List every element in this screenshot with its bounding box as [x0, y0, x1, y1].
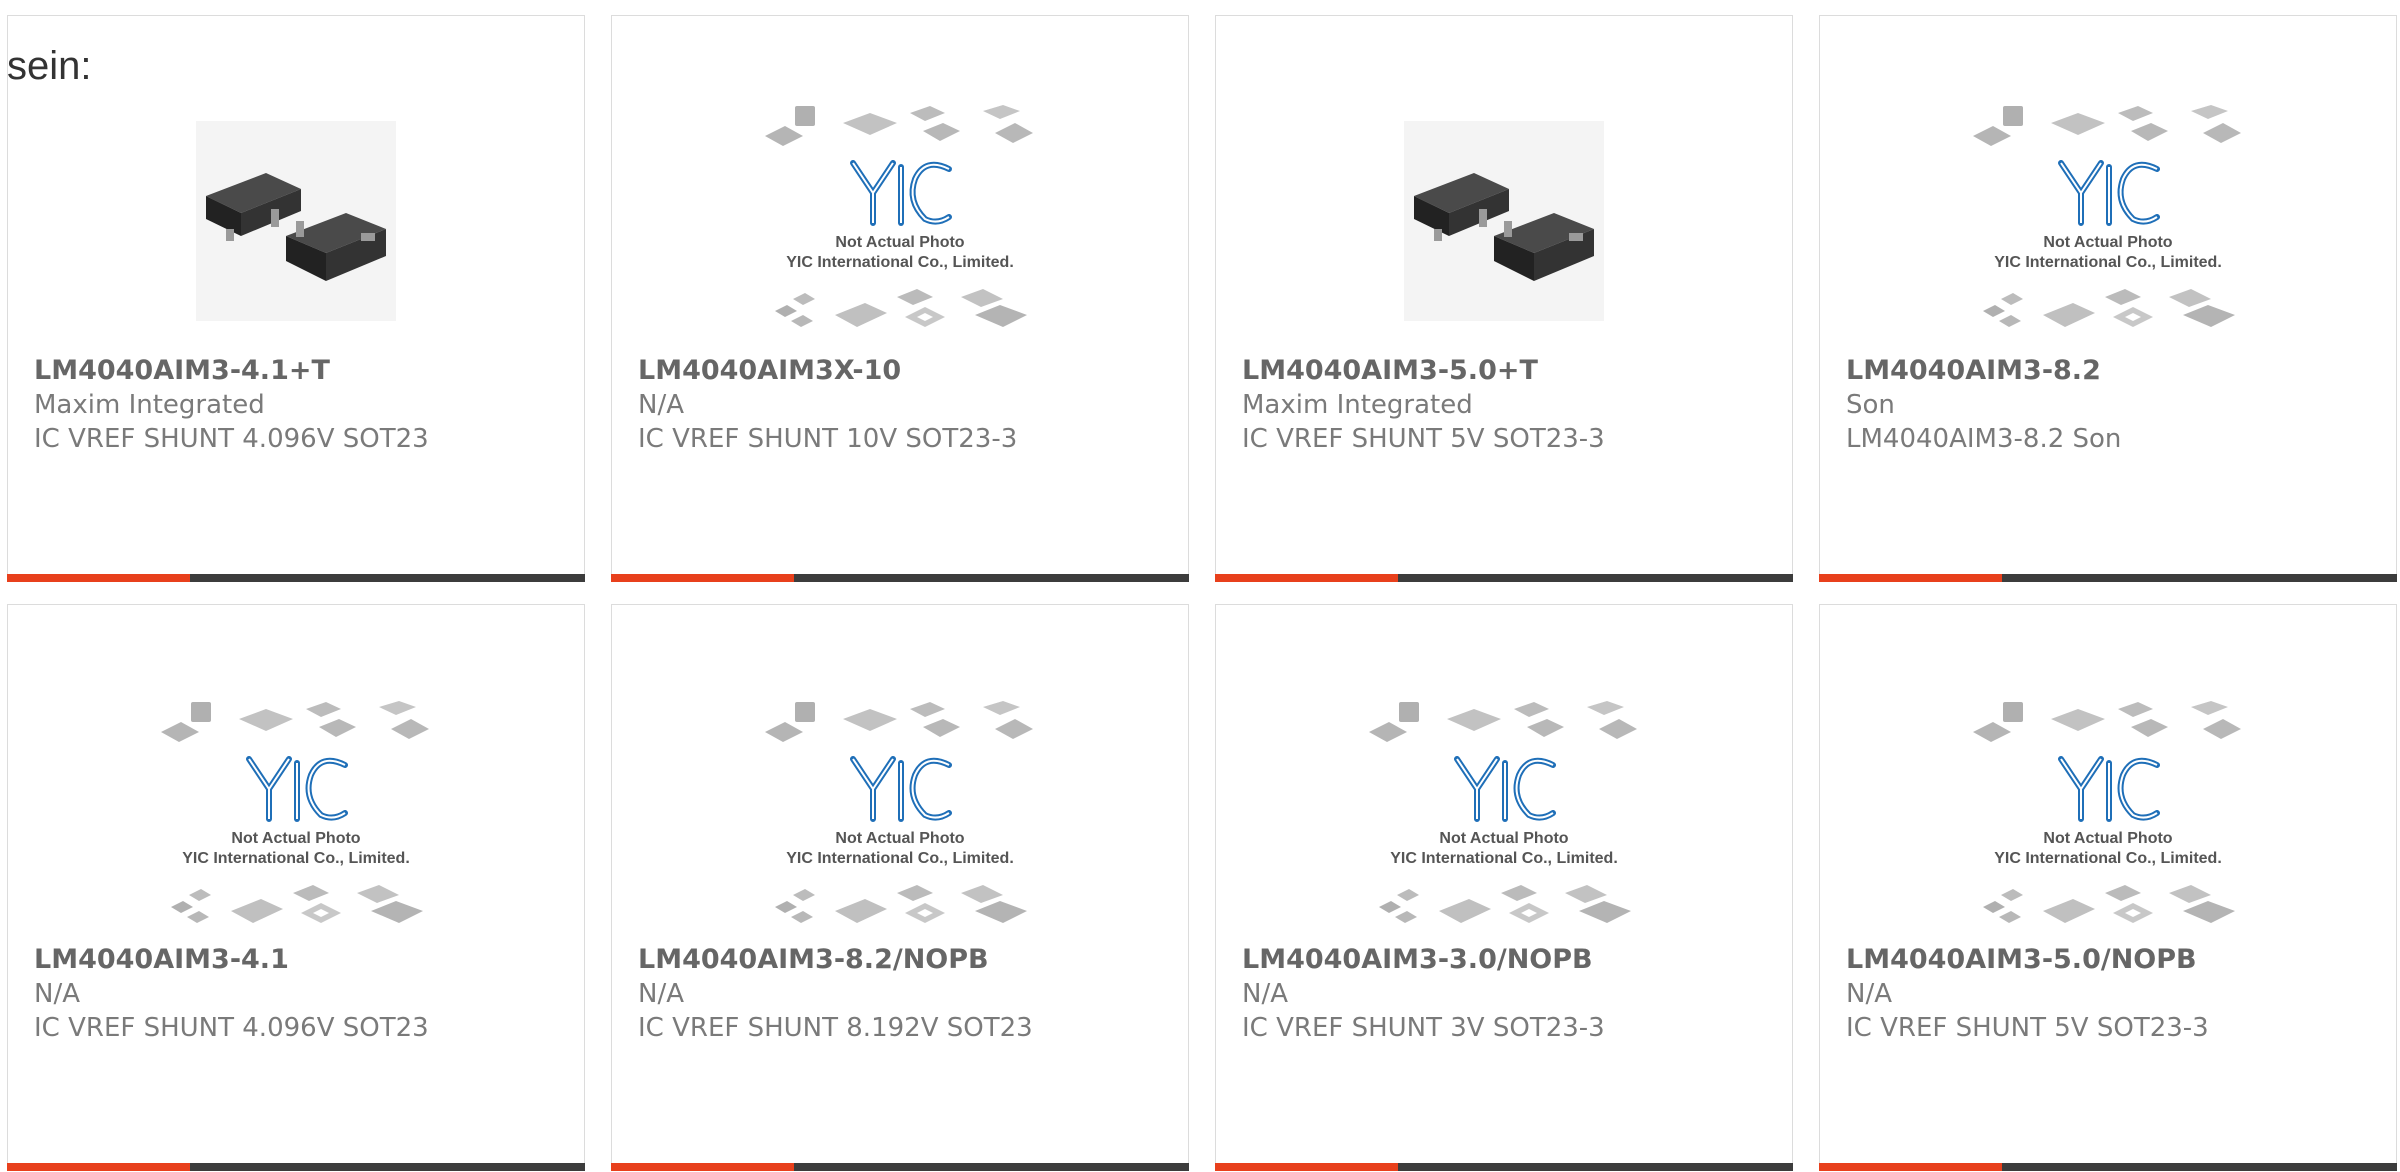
- product-info: LM4040AIM3-5.0+T Maxim Integrated IC VREF …: [1242, 354, 1772, 456]
- product-image[interactable]: Not Actual Photo YIC International Co., …: [8, 677, 584, 957]
- placeholder-caption-line1: Not Actual Photo: [1439, 830, 1568, 847]
- part-number-link[interactable]: LM4040AIM3-5.0/NOPB: [1846, 943, 2376, 977]
- product-grid: LM4040AIM3-4.1+T Maxim Integrated IC VREF …: [7, 15, 2399, 1171]
- yic-placeholder-image: Not Actual Photo YIC International Co., …: [1973, 701, 2241, 923]
- placeholder-caption-line2: YIC International Co., Limited.: [1390, 850, 1618, 867]
- yic-placeholder-image: Not Actual Photo YIC International Co., …: [1973, 105, 2241, 327]
- card-accent-bar: [611, 1163, 794, 1171]
- sot23-package-image: [196, 121, 396, 321]
- product-info: LM4040AIM3X-10 N/A IC VREF SHUNT 10V SOT23…: [638, 354, 1168, 456]
- description: IC VREF SHUNT 10V SOT23-3: [638, 424, 1018, 454]
- product-info: LM4040AIM3-4.1 N/A IC VREF SHUNT 4.096V SO…: [34, 943, 564, 1045]
- card-bottom-bar: [1819, 1163, 2397, 1171]
- card-accent-bar: [7, 574, 190, 582]
- card-accent-bar: [1819, 574, 2002, 582]
- placeholder-caption-line2: YIC International Co., Limited.: [786, 850, 1014, 867]
- card-accent-bar: [611, 574, 794, 582]
- manufacturer: Son: [1846, 390, 1895, 420]
- card-accent-bar: [1215, 574, 1398, 582]
- product-image[interactable]: Not Actual Photo YIC International Co., …: [1820, 81, 2396, 361]
- description: IC VREF SHUNT 4.096V SOT23: [34, 424, 429, 454]
- placeholder-caption-line1: Not Actual Photo: [231, 830, 360, 847]
- card-bottom-bar: [1215, 1163, 1793, 1171]
- intro-text: sein:: [7, 44, 92, 88]
- product-card[interactable]: Not Actual Photo YIC International Co., …: [7, 604, 585, 1171]
- description: IC VREF SHUNT 5V SOT23-3: [1846, 1013, 2209, 1043]
- placeholder-caption-line2: YIC International Co., Limited.: [786, 254, 1014, 271]
- product-info: LM4040AIM3-3.0/NOPB N/A IC VREF SHUNT 3V S…: [1242, 943, 1772, 1045]
- placeholder-caption-line1: Not Actual Photo: [835, 234, 964, 251]
- yic-placeholder-image: Not Actual Photo YIC International Co., …: [765, 701, 1033, 923]
- placeholder-caption-line2: YIC International Co., Limited.: [182, 850, 410, 867]
- product-card[interactable]: Not Actual Photo YIC International Co., …: [611, 15, 1189, 582]
- placeholder-caption-line1: Not Actual Photo: [835, 830, 964, 847]
- product-image[interactable]: Not Actual Photo YIC International Co., …: [1216, 677, 1792, 957]
- card-bottom-bar: [1215, 574, 1793, 582]
- product-image[interactable]: Not Actual Photo YIC International Co., …: [612, 81, 1188, 361]
- yic-placeholder-image: Not Actual Photo YIC International Co., …: [765, 105, 1033, 327]
- product-card[interactable]: Not Actual Photo YIC International Co., …: [611, 604, 1189, 1171]
- manufacturer: N/A: [638, 390, 684, 420]
- product-image[interactable]: [1216, 81, 1792, 361]
- placeholder-caption-line1: Not Actual Photo: [2043, 830, 2172, 847]
- card-accent-bar: [7, 1163, 190, 1171]
- manufacturer: Maxim Integrated: [1242, 390, 1473, 420]
- placeholder-caption-line2: YIC International Co., Limited.: [1994, 850, 2222, 867]
- card-accent-bar: [1215, 1163, 1398, 1171]
- product-image[interactable]: [8, 81, 584, 361]
- product-card[interactable]: LM4040AIM3-5.0+T Maxim Integrated IC VREF …: [1215, 15, 1793, 582]
- placeholder-caption-line2: YIC International Co., Limited.: [1994, 254, 2222, 271]
- sot23-package-image: [1404, 121, 1604, 321]
- card-accent-bar: [1819, 1163, 2002, 1171]
- product-info: LM4040AIM3-5.0/NOPB N/A IC VREF SHUNT 5V S…: [1846, 943, 2376, 1045]
- description: IC VREF SHUNT 8.192V SOT23: [638, 1013, 1033, 1043]
- product-card[interactable]: Not Actual Photo YIC International Co., …: [1819, 15, 2397, 582]
- part-number-link[interactable]: LM4040AIM3-4.1+T: [34, 354, 564, 388]
- manufacturer: N/A: [638, 979, 684, 1009]
- card-bottom-bar: [611, 574, 1189, 582]
- product-image[interactable]: Not Actual Photo YIC International Co., …: [1820, 677, 2396, 957]
- description: IC VREF SHUNT 3V SOT23-3: [1242, 1013, 1605, 1043]
- manufacturer: Maxim Integrated: [34, 390, 265, 420]
- description: LM4040AIM3-8.2 Son: [1846, 424, 2122, 454]
- part-number-link[interactable]: LM4040AIM3-8.2/NOPB: [638, 943, 1168, 977]
- manufacturer: N/A: [1242, 979, 1288, 1009]
- product-image[interactable]: Not Actual Photo YIC International Co., …: [612, 677, 1188, 957]
- product-card[interactable]: LM4040AIM3-4.1+T Maxim Integrated IC VREF …: [7, 15, 585, 582]
- part-number-link[interactable]: LM4040AIM3-4.1: [34, 943, 564, 977]
- card-bottom-bar: [1819, 574, 2397, 582]
- yic-placeholder-image: Not Actual Photo YIC International Co., …: [161, 701, 429, 923]
- card-bottom-bar: [7, 574, 585, 582]
- product-info: LM4040AIM3-4.1+T Maxim Integrated IC VREF …: [34, 354, 564, 456]
- card-bottom-bar: [7, 1163, 585, 1171]
- product-info: LM4040AIM3-8.2 Son LM4040AIM3-8.2 Son: [1846, 354, 2376, 456]
- yic-placeholder-image: Not Actual Photo YIC International Co., …: [1369, 701, 1637, 923]
- product-card[interactable]: Not Actual Photo YIC International Co., …: [1215, 604, 1793, 1171]
- product-info: LM4040AIM3-8.2/NOPB N/A IC VREF SHUNT 8.19…: [638, 943, 1168, 1045]
- description: IC VREF SHUNT 5V SOT23-3: [1242, 424, 1605, 454]
- description: IC VREF SHUNT 4.096V SOT23: [34, 1013, 429, 1043]
- placeholder-caption-line1: Not Actual Photo: [2043, 234, 2172, 251]
- part-number-link[interactable]: LM4040AIM3-5.0+T: [1242, 354, 1772, 388]
- part-number-link[interactable]: LM4040AIM3-3.0/NOPB: [1242, 943, 1772, 977]
- part-number-link[interactable]: LM4040AIM3X-10: [638, 354, 1168, 388]
- manufacturer: N/A: [1846, 979, 1892, 1009]
- part-number-link[interactable]: LM4040AIM3-8.2: [1846, 354, 2376, 388]
- product-card[interactable]: Not Actual Photo YIC International Co., …: [1819, 604, 2397, 1171]
- manufacturer: N/A: [34, 979, 80, 1009]
- card-bottom-bar: [611, 1163, 1189, 1171]
